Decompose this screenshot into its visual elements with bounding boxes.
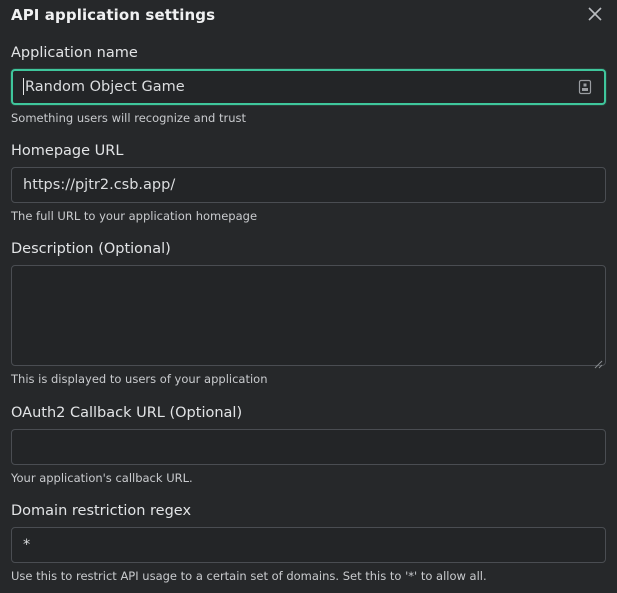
callback-url-label: OAuth2 Callback URL (Optional) [11,405,243,421]
domain-regex-field: Domain restriction regex * Use this to r… [11,502,606,583]
description-field: Description (Optional) This is displayed… [11,240,606,386]
domain-regex-label: Domain restriction regex [11,503,192,519]
description-textarea[interactable] [11,265,606,369]
domain-regex-input[interactable]: * [11,527,606,563]
application-name-label: Application name [11,45,138,61]
application-name-help: Something users will recognize and trust [11,111,247,125]
callback-url-help: Your application's callback URL. [11,471,193,485]
dialog-title: API application settings [11,6,216,24]
api-settings-dialog: API application settings Application nam… [0,0,617,593]
homepage-url-field: Homepage URL https://pjtr2.csb.app/ The … [11,142,606,223]
homepage-url-input[interactable]: https://pjtr2.csb.app/ [11,167,606,203]
autofill-key-icon[interactable] [578,79,592,95]
homepage-url-value: https://pjtr2.csb.app/ [23,177,176,193]
callback-url-field: OAuth2 Callback URL (Optional) Your appl… [11,404,606,485]
close-icon[interactable] [585,4,605,24]
resize-handle-icon[interactable] [594,354,603,369]
callback-url-input[interactable] [11,429,606,465]
application-name-field: Application name Random Object Game Some… [11,44,606,125]
application-name-value: Random Object Game [25,79,185,95]
homepage-url-label: Homepage URL [11,143,124,159]
description-label: Description (Optional) [11,241,171,257]
description-help: This is displayed to users of your appli… [11,372,268,386]
homepage-url-help: The full URL to your application homepag… [11,209,258,223]
application-name-input[interactable]: Random Object Game [11,69,606,105]
domain-regex-help: Use this to restrict API usage to a cert… [11,569,487,583]
text-caret [23,77,24,95]
domain-regex-value: * [23,537,31,553]
